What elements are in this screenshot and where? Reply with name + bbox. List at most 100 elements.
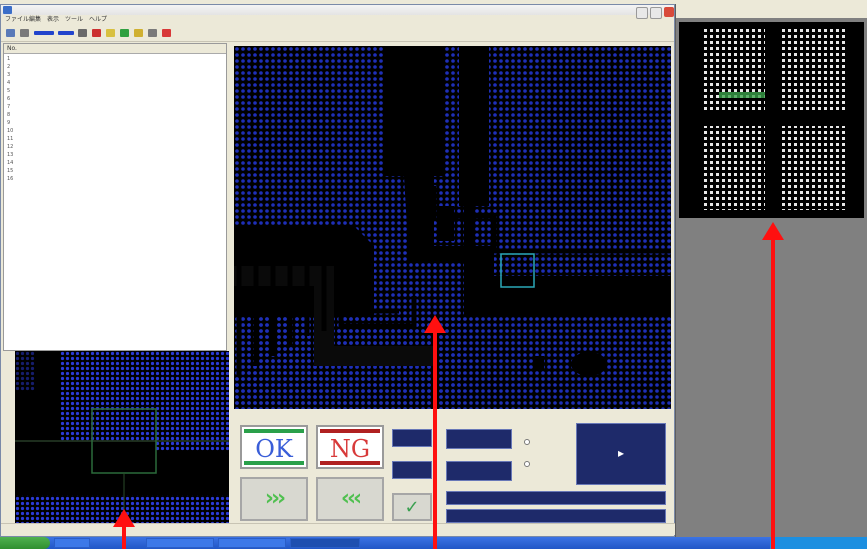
arrow-shaft bbox=[122, 525, 126, 549]
list-header: No. bbox=[4, 44, 226, 54]
next-button[interactable]: ››› bbox=[240, 477, 308, 521]
ok-label: OK bbox=[255, 435, 293, 463]
title-bar[interactable] bbox=[1, 5, 674, 15]
overview-image[interactable] bbox=[679, 22, 864, 218]
table-cell: 7 bbox=[7, 104, 11, 110]
print-icon[interactable] bbox=[78, 29, 87, 37]
close-icon[interactable] bbox=[664, 7, 674, 17]
ok-button[interactable]: OK bbox=[240, 425, 308, 469]
stop-icon[interactable] bbox=[92, 29, 101, 37]
arrow-shaft bbox=[433, 331, 437, 549]
table-cell: 14 bbox=[7, 160, 14, 166]
value-field-3[interactable] bbox=[446, 429, 512, 449]
table-row[interactable]: 1 bbox=[4, 55, 226, 63]
table-row[interactable]: 8 bbox=[4, 111, 226, 119]
radio-option-1[interactable] bbox=[524, 439, 530, 445]
ok-bar-top bbox=[244, 429, 304, 433]
ng-bar-bottom bbox=[320, 461, 380, 465]
ok-bar-bottom bbox=[244, 461, 304, 465]
table-row[interactable]: 16 bbox=[4, 175, 226, 183]
prev-button[interactable]: ‹‹‹ bbox=[316, 477, 384, 521]
column-header[interactable]: No. bbox=[7, 44, 45, 53]
ng-bar-top bbox=[320, 429, 380, 433]
back-icon[interactable] bbox=[34, 31, 54, 35]
table-row[interactable]: 15 bbox=[4, 167, 226, 175]
table-row[interactable]: 7 bbox=[4, 103, 226, 111]
quick-launch[interactable] bbox=[54, 538, 90, 548]
menu-tools[interactable]: ツール bbox=[65, 15, 83, 25]
zoom-out-icon[interactable] bbox=[120, 29, 129, 37]
table-row[interactable]: 5 bbox=[4, 87, 226, 95]
table-cell: 1 bbox=[7, 56, 11, 62]
settings-icon[interactable] bbox=[134, 29, 143, 37]
table-cell: 4 bbox=[7, 80, 11, 86]
table-row[interactable]: 3 bbox=[4, 71, 226, 79]
ng-button[interactable]: NG bbox=[316, 425, 384, 469]
maximize-icon[interactable] bbox=[650, 7, 662, 19]
table-row[interactable]: 9 bbox=[4, 119, 226, 127]
table-cell: 12 bbox=[7, 144, 14, 150]
table-cell: 6 bbox=[7, 96, 11, 102]
main-image-view[interactable] bbox=[234, 46, 671, 409]
table-row[interactable]: 2 bbox=[4, 63, 226, 71]
table-row[interactable]: 12 bbox=[4, 143, 226, 151]
main-window: ファイル 編集 表示 ツール ヘルプ No. 1 2 3 4 5 6 7 8 9 10 11 12 13… bbox=[0, 4, 676, 537]
close-file-icon[interactable] bbox=[162, 29, 171, 37]
judgement-panel: OK NG ››› ‹‹‹ ✓ ▸ bbox=[234, 409, 671, 527]
prev-chevron-icon: ‹‹‹ bbox=[340, 486, 362, 511]
table-cell: 13 bbox=[7, 152, 14, 158]
table-row[interactable]: 13 bbox=[4, 151, 226, 159]
next-chevron-icon: ››› bbox=[264, 486, 286, 511]
menu-file[interactable]: ファイル bbox=[5, 15, 29, 25]
table-cell: 9 bbox=[7, 120, 11, 126]
ng-label: NG bbox=[329, 435, 371, 463]
menu-view[interactable]: 表示 bbox=[47, 15, 59, 25]
table-cell: 11 bbox=[7, 136, 14, 142]
filter-icon[interactable] bbox=[148, 29, 157, 37]
confirm-button[interactable]: ✓ bbox=[392, 493, 432, 521]
table-row[interactable]: 4 bbox=[4, 79, 226, 87]
taskbar-item[interactable] bbox=[218, 538, 286, 548]
table-cell: 8 bbox=[7, 112, 11, 118]
menu-help[interactable]: ヘルプ bbox=[89, 15, 107, 25]
board-overview bbox=[679, 22, 864, 218]
save-icon[interactable] bbox=[20, 29, 29, 37]
table-cell: 15 bbox=[7, 168, 14, 174]
minimize-icon[interactable] bbox=[636, 7, 648, 19]
arrow-shaft bbox=[771, 238, 775, 549]
value-field-2[interactable] bbox=[392, 461, 432, 479]
table-cell: 3 bbox=[7, 72, 11, 78]
value-field-1[interactable] bbox=[392, 429, 432, 447]
start-button[interactable] bbox=[0, 537, 50, 549]
table-row[interactable]: 14 bbox=[4, 159, 226, 167]
system-tray[interactable] bbox=[770, 537, 867, 549]
table-cell: 5 bbox=[7, 88, 11, 94]
table-row[interactable]: 11 bbox=[4, 135, 226, 143]
status-bar bbox=[1, 523, 676, 535]
table-cell: 2 bbox=[7, 64, 11, 70]
menu-bar: ファイル 編集 表示 ツール ヘルプ bbox=[1, 15, 674, 25]
info-line-1 bbox=[446, 491, 666, 505]
open-icon[interactable] bbox=[6, 29, 15, 37]
thumbnail-view[interactable] bbox=[15, 351, 229, 527]
zoom-in-icon[interactable] bbox=[106, 29, 115, 37]
table-row[interactable]: 10 bbox=[4, 127, 226, 135]
forward-icon[interactable] bbox=[58, 31, 74, 35]
pcb-image bbox=[234, 46, 671, 409]
table-row[interactable]: 6 bbox=[4, 95, 226, 103]
overview-title-bar[interactable] bbox=[636, 4, 867, 19]
info-line-2 bbox=[446, 509, 666, 523]
table-cell: 10 bbox=[7, 128, 14, 134]
table-cell: 16 bbox=[7, 176, 14, 182]
result-list[interactable]: No. 1 2 3 4 5 6 7 8 9 10 11 12 13 14 15 16 bbox=[3, 43, 227, 351]
app-icon bbox=[3, 6, 12, 14]
check-icon: ✓ bbox=[404, 497, 420, 518]
value-field-4[interactable] bbox=[446, 461, 512, 481]
toolbar bbox=[1, 25, 674, 42]
radio-option-2[interactable] bbox=[524, 461, 530, 467]
play-icon: ▸ bbox=[617, 446, 625, 460]
menu-edit[interactable]: 編集 bbox=[29, 15, 41, 25]
preview-box[interactable]: ▸ bbox=[576, 423, 666, 485]
taskbar-item[interactable] bbox=[146, 538, 214, 548]
taskbar-item-active[interactable] bbox=[290, 538, 360, 548]
